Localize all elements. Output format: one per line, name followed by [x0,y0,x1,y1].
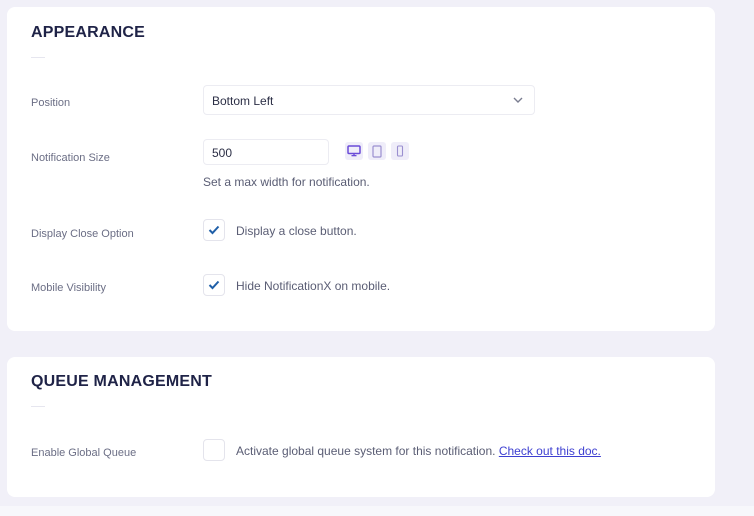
notification-size-label: Notification Size [31,152,110,164]
title-divider [31,406,45,407]
notification-size-input[interactable]: 500 [203,139,329,165]
tablet-icon [372,144,382,158]
queue-management-title: QUEUE MANAGEMENT [31,373,212,390]
global-queue-label: Enable Global Queue [31,447,137,459]
mobile-visibility-checkbox[interactable] [203,274,225,296]
checkmark-icon [208,280,220,290]
mobile-device-button[interactable] [391,142,409,160]
desktop-icon [347,145,361,157]
mobile-visibility-label: Mobile Visibility [31,282,106,294]
notification-size-value: 500 [212,146,233,160]
close-option-checkbox[interactable] [203,219,225,241]
global-queue-text-row: Activate global queue system for this no… [236,444,601,458]
chevron-down-icon [513,97,523,103]
global-queue-text: Activate global queue system for this no… [236,444,496,458]
appearance-title: APPEARANCE [31,24,146,41]
title-divider [31,57,45,58]
tablet-device-button[interactable] [368,142,386,160]
mobile-icon [396,145,404,157]
close-option-text: Display a close button. [236,224,357,238]
check-doc-link[interactable]: Check out this doc. [499,444,601,458]
close-option-label: Display Close Option [31,228,134,240]
position-select-value: Bottom Left [212,94,274,108]
position-select[interactable]: Bottom Left [203,85,535,115]
queue-management-card: QUEUE MANAGEMENT Enable Global Queue Act… [7,357,715,497]
global-queue-checkbox[interactable] [203,439,225,461]
mobile-visibility-text: Hide NotificationX on mobile. [236,279,391,293]
checkmark-icon [208,225,220,235]
desktop-device-button[interactable] [345,142,363,160]
appearance-card: APPEARANCE Position Bottom Left Notifica… [7,7,715,331]
bottom-edge [0,506,754,516]
position-label: Position [31,97,71,109]
notification-size-help: Set a max width for notification. [203,175,370,189]
